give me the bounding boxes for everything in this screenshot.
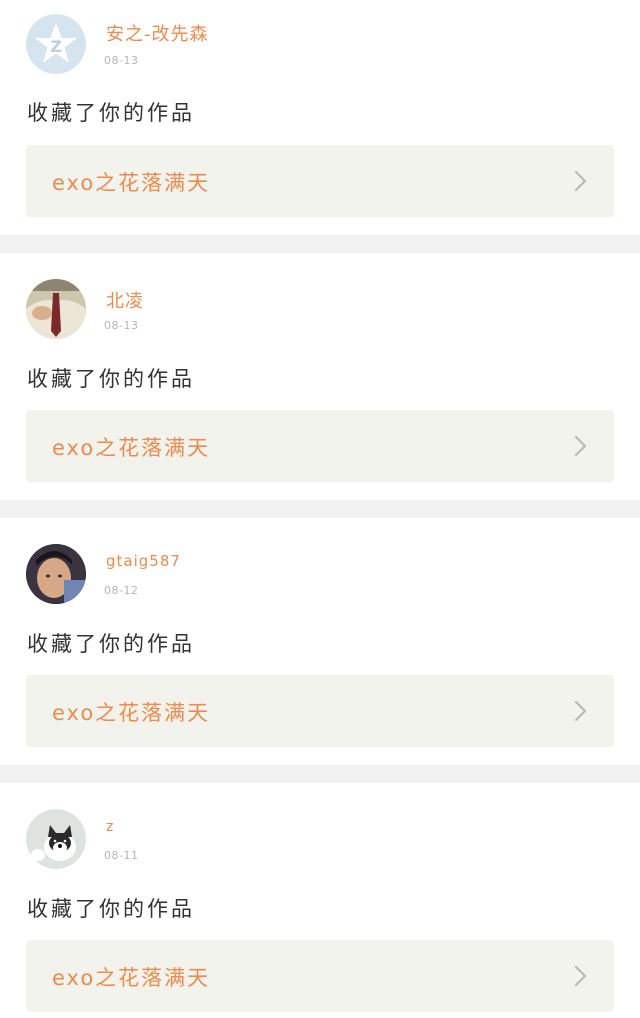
- card-separator: [0, 765, 640, 783]
- user-avatar[interactable]: [26, 279, 86, 339]
- timestamp: 08-13: [104, 54, 139, 67]
- username[interactable]: z: [106, 819, 114, 835]
- notification-card: z 08-11 收藏了你的作品 exo之花落满天: [0, 783, 640, 1018]
- chevron-right-icon: [574, 435, 587, 457]
- user-avatar[interactable]: [26, 809, 86, 869]
- husky-dog-avatar-icon: [26, 809, 86, 869]
- person-face-avatar-icon: [26, 544, 86, 604]
- timestamp: 08-12: [104, 584, 139, 597]
- notification-card: Z 安之-改先森 08-13 收藏了你的作品 exo之花落满天: [0, 0, 640, 235]
- notification-card: gtaig587 08-12 收藏了你的作品 exo之花落满天: [0, 518, 640, 753]
- action-text: 收藏了你的作品: [27, 632, 195, 656]
- username[interactable]: 安之-改先森: [106, 20, 209, 46]
- work-link[interactable]: exo之花落满天: [26, 410, 614, 482]
- chevron-right-icon: [574, 170, 587, 192]
- timestamp: 08-13: [104, 319, 139, 332]
- work-title: exo之花落满天: [52, 701, 211, 725]
- action-text: 收藏了你的作品: [27, 367, 195, 391]
- user-avatar[interactable]: [26, 544, 86, 604]
- work-link[interactable]: exo之花落满天: [26, 675, 614, 747]
- timestamp: 08-11: [104, 849, 139, 862]
- username[interactable]: 北凌: [106, 287, 144, 313]
- svg-text:Z: Z: [50, 37, 62, 56]
- action-text: 收藏了你的作品: [27, 897, 195, 921]
- action-text: 收藏了你的作品: [27, 101, 195, 125]
- work-link[interactable]: exo之花落满天: [26, 145, 614, 217]
- person-tie-avatar-icon: [26, 279, 86, 339]
- user-avatar[interactable]: Z: [26, 14, 86, 74]
- chevron-right-icon: [574, 965, 587, 987]
- work-link[interactable]: exo之花落满天: [26, 940, 614, 1012]
- work-title: exo之花落满天: [52, 966, 211, 990]
- work-title: exo之花落满天: [52, 171, 211, 195]
- username[interactable]: gtaig587: [106, 552, 181, 570]
- card-separator: [0, 500, 640, 518]
- chevron-right-icon: [574, 700, 587, 722]
- notification-card: 北凌 08-13 收藏了你的作品 exo之花落满天: [0, 253, 640, 488]
- card-separator: [0, 235, 640, 253]
- qq-default-avatar-icon: Z: [26, 14, 86, 74]
- work-title: exo之花落满天: [52, 436, 211, 460]
